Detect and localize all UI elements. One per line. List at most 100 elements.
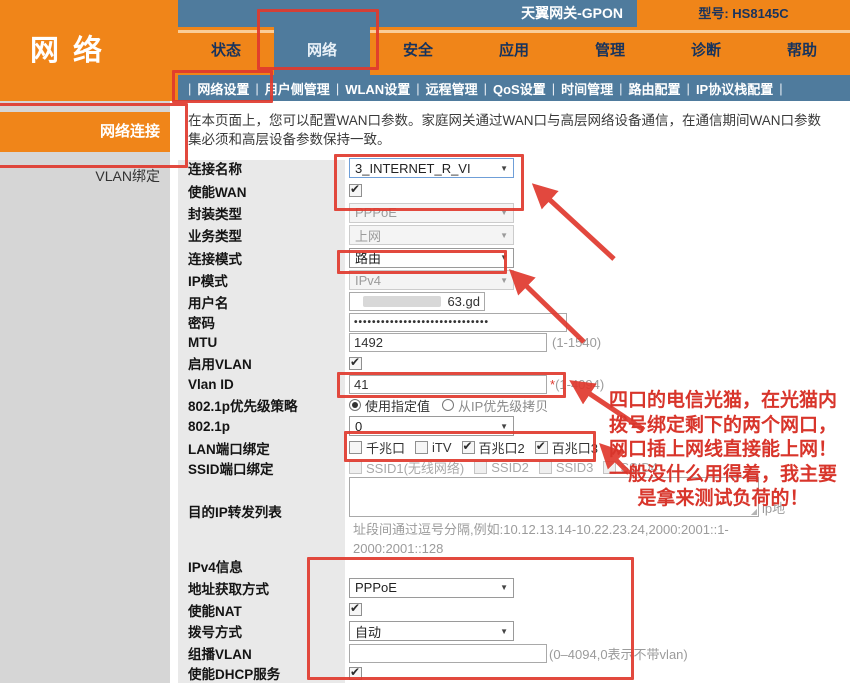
- ip-forward-textarea[interactable]: ◢: [349, 477, 759, 517]
- sidebar: 网络连接 VLAN绑定: [0, 101, 170, 683]
- vlan-id-input[interactable]: 41: [349, 375, 547, 394]
- form-row: 802.1p优先级策略 使用指定值 从IP优先级拷贝: [178, 395, 850, 415]
- ip-forward-hint-side: ip地: [762, 498, 785, 517]
- ipv4-section-label: IPv4信息: [178, 556, 243, 576]
- subnav-item-qos-settings[interactable]: QoS设置: [493, 79, 546, 98]
- sidebar-item-vlan-binding[interactable]: VLAN绑定: [0, 166, 170, 186]
- chevron-down-icon: ▼: [500, 627, 508, 636]
- connection-mode-select[interactable]: 路由 ▼: [349, 248, 514, 268]
- sidebar-item-network-connection[interactable]: 网络连接: [0, 112, 170, 152]
- field-label: LAN端口绑定: [178, 438, 345, 458]
- subnav-item-remote-mgmt[interactable]: 远程管理: [426, 79, 478, 98]
- separator: |: [552, 81, 555, 96]
- chevron-down-icon: ▼: [500, 164, 508, 173]
- subnav-item-wlan-settings[interactable]: WLAN设置: [345, 79, 410, 98]
- lan-fe2-checkbox[interactable]: [462, 441, 475, 454]
- field-label: 使能NAT: [178, 600, 345, 620]
- enable-wan-checkbox[interactable]: [349, 184, 362, 197]
- chevron-down-icon: ▼: [500, 583, 508, 592]
- lan-itv-checkbox[interactable]: [415, 441, 428, 454]
- header: 网络 状态 网络 安全 应用 管理 诊断 帮助: [0, 27, 850, 75]
- field-label: 封装类型: [178, 203, 345, 223]
- form-row: 目的IP转发列表 ◢ ip地 址段间通过逗号分隔,例如:10.12.13.14-…: [178, 477, 850, 555]
- checkbox-label: SSID1(无线网络): [366, 458, 464, 477]
- tab-help[interactable]: 帮助: [754, 27, 850, 75]
- hint-line: 2000:2001::128: [353, 539, 729, 558]
- field-label: 拨号方式: [178, 621, 345, 641]
- main-tabs: 状态 网络 安全 应用 管理 诊断 帮助: [178, 27, 850, 75]
- field-label: 业务类型: [178, 225, 345, 245]
- subnav-item-network-settings[interactable]: 网络设置: [197, 79, 249, 98]
- enable-dhcp-checkbox[interactable]: [349, 667, 362, 680]
- form-row: 使能NAT: [178, 599, 850, 620]
- field-label: 启用VLAN: [178, 353, 345, 373]
- checkbox-label: 百兆口3: [552, 438, 598, 457]
- subnav-item-ip-stack-config[interactable]: IP协议栈配置: [696, 79, 773, 98]
- field-label: 使能WAN: [178, 181, 345, 201]
- form-row: Vlan ID 41 * (1-4094): [178, 373, 850, 395]
- tab-security[interactable]: 安全: [370, 27, 466, 75]
- dial-mode-select[interactable]: 自动 ▼: [349, 621, 514, 641]
- form-row: 使能DHCP服务: [178, 664, 850, 682]
- field-label: SSID端口绑定: [178, 458, 345, 478]
- address-mode-select[interactable]: PPPoE ▼: [349, 578, 514, 598]
- select-value: 3_INTERNET_R_VI: [355, 161, 471, 176]
- model-number: 型号: HS8145C: [637, 0, 850, 27]
- form-row: 密码 ••••••••••••••••••••••••••••••: [178, 312, 850, 332]
- field-label: 使能DHCP服务: [178, 663, 345, 683]
- checkbox-label: iTV: [432, 440, 452, 455]
- tab-status[interactable]: 状态: [178, 27, 274, 75]
- separator: |: [188, 81, 191, 96]
- field-label: IP模式: [178, 270, 345, 290]
- form-row: IP模式 IPv4 ▼: [178, 269, 850, 291]
- field-label: 802.1p优先级策略: [178, 395, 345, 415]
- enable-nat-checkbox[interactable]: [349, 603, 362, 616]
- ip-forward-hint: 址段间通过逗号分隔,例如:10.12.13.14-10.22.23.24,200…: [349, 517, 729, 558]
- form-row: 组播VLAN (0–4094,0表示不带vlan): [178, 642, 850, 664]
- mtu-input[interactable]: 1492: [349, 333, 547, 352]
- page-title: 网络: [0, 27, 178, 75]
- chevron-down-icon: ▼: [500, 231, 508, 240]
- topbar: 天翼网关-GPON 型号: HS8145C: [0, 0, 850, 27]
- encapsulation-select: PPPoE ▼: [349, 203, 514, 223]
- separator: |: [619, 81, 622, 96]
- checkbox-label: SSID4: [620, 460, 658, 475]
- radio-label: 使用指定值: [365, 396, 430, 415]
- multicast-vlan-input[interactable]: [349, 644, 547, 663]
- field-label: MTU: [178, 335, 345, 350]
- subnav-item-route-config[interactable]: 路由配置: [629, 79, 681, 98]
- username-input[interactable]: 63.gd: [349, 292, 485, 311]
- lan-fe3-checkbox[interactable]: [535, 441, 548, 454]
- wan-config-form: 连接名称 3_INTERNET_R_VI ▼ 使能WAN 封装类型 PPPoE: [178, 156, 850, 682]
- checkbox-label: 百兆口2: [479, 438, 525, 457]
- priority-specified-radio[interactable]: [349, 399, 361, 411]
- password-input[interactable]: ••••••••••••••••••••••••••••••: [349, 313, 567, 332]
- form-row: 封装类型 PPPoE ▼: [178, 201, 850, 224]
- ssid4-checkbox: [603, 461, 616, 474]
- form-row: 地址获取方式 PPPoE ▼: [178, 576, 850, 599]
- form-row: 业务类型 上网 ▼: [178, 224, 850, 246]
- tab-diagnostics[interactable]: 诊断: [658, 27, 754, 75]
- subnav-item-user-side-mgmt[interactable]: 用户侧管理: [265, 79, 330, 98]
- priority-copy-ip-radio[interactable]: [442, 399, 454, 411]
- form-row: 连接名称 3_INTERNET_R_VI ▼: [178, 156, 850, 180]
- tab-management[interactable]: 管理: [562, 27, 658, 75]
- form-row: 拨号方式 自动 ▼: [178, 620, 850, 642]
- separator: |: [779, 81, 782, 96]
- connection-name-select[interactable]: 3_INTERNET_R_VI ▼: [349, 158, 514, 178]
- tab-application[interactable]: 应用: [466, 27, 562, 75]
- tab-network[interactable]: 网络: [274, 27, 370, 75]
- select-value: PPPoE: [355, 580, 397, 595]
- subnav: | 网络设置 | 用户侧管理 | WLAN设置 | 远程管理 | QoS设置 |…: [0, 75, 850, 101]
- lan-gigabit-checkbox[interactable]: [349, 441, 362, 454]
- form-row: SSID端口绑定 SSID1(无线网络) SSID2 SSID3 SSID4: [178, 458, 850, 477]
- 8021p-select[interactable]: 0 ▼: [349, 416, 514, 436]
- multicast-vlan-hint: (0–4094,0表示不带vlan): [549, 644, 688, 663]
- enable-vlan-checkbox[interactable]: [349, 357, 362, 370]
- gateway-title: 天翼网关-GPON: [178, 0, 637, 27]
- mtu-range-hint: (1-1540): [552, 335, 601, 350]
- field-label: 地址获取方式: [178, 578, 345, 598]
- chevron-down-icon: ▼: [500, 253, 508, 262]
- username-visible-text: 63.gd: [447, 294, 480, 309]
- subnav-item-time-mgmt[interactable]: 时间管理: [561, 79, 613, 98]
